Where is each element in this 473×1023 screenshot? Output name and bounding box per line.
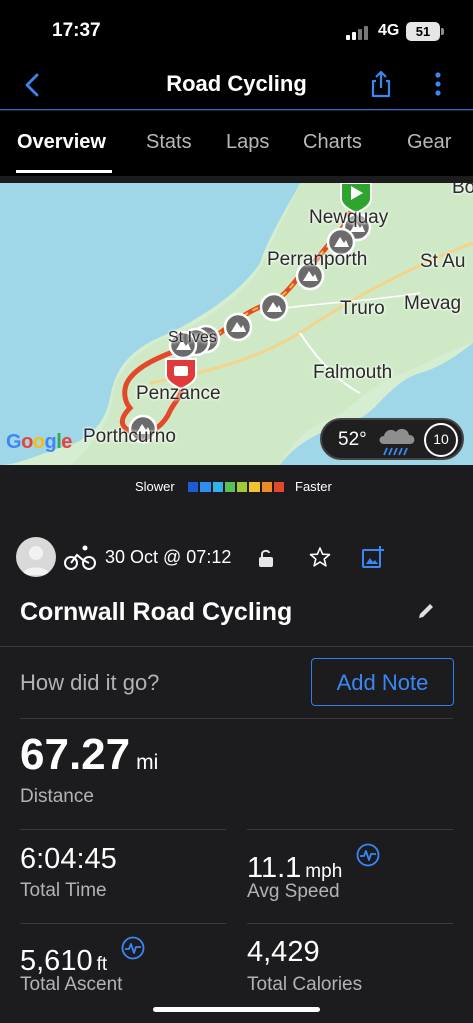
tab-stats[interactable]: Stats xyxy=(146,131,192,154)
total-time-value: 6:04:45 xyxy=(20,843,117,875)
distance-value: 67.27 xyxy=(20,730,131,779)
total-ascent-unit: ft xyxy=(96,954,108,975)
weather-temperature: 52° xyxy=(338,429,367,450)
total-calories-stat: 4,429 xyxy=(247,936,320,969)
map-label-st-ives: St Ives xyxy=(168,329,217,346)
distance-unit: mi xyxy=(136,751,159,774)
legend-swatch xyxy=(249,482,260,492)
divider xyxy=(20,829,226,830)
legend-swatch xyxy=(237,482,248,492)
map-label-bodmin: Bo xyxy=(452,183,473,198)
map-label-penzance: Penzance xyxy=(136,383,221,404)
divider xyxy=(247,923,453,924)
map-label-porthcurno: Porthcurno xyxy=(83,426,176,447)
status-bar: 17:37 4G 51 xyxy=(0,0,473,60)
home-indicator[interactable] xyxy=(153,1007,320,1012)
tab-laps[interactable]: Laps xyxy=(226,131,269,154)
map-label-mevagissey: Mevag xyxy=(404,293,462,314)
activity-meta-row: 30 Oct @ 07:12 xyxy=(0,535,473,579)
tab-charts[interactable]: Charts xyxy=(303,131,362,154)
user-silhouette-icon xyxy=(22,546,50,575)
tab-bar: Overview Stats Laps Charts Gear xyxy=(0,111,473,176)
more-options-icon[interactable] xyxy=(428,69,448,99)
share-icon[interactable] xyxy=(366,69,396,99)
bike-icon xyxy=(64,545,96,570)
network-type: 4G xyxy=(378,22,400,39)
divider xyxy=(247,829,453,830)
navigation-bar: Road Cycling xyxy=(0,60,473,110)
legend-swatch xyxy=(188,482,199,492)
activity-title: Cornwall Road Cycling xyxy=(20,598,293,626)
wind-speed-icon: 10 xyxy=(424,423,458,457)
avg-speed-value: 11.1 xyxy=(247,852,302,884)
map-label-truro: Truro xyxy=(340,298,385,319)
map-label-falmouth: Falmouth xyxy=(313,362,393,383)
battery-icon: 51 xyxy=(406,22,444,41)
status-time: 17:37 xyxy=(52,20,101,41)
avg-speed-label: Avg Speed xyxy=(247,881,340,902)
divider xyxy=(20,718,453,719)
total-ascent-value: 5,610 xyxy=(20,945,93,977)
avg-speed-unit: mph xyxy=(305,861,343,882)
add-note-button[interactable]: Add Note xyxy=(311,658,454,706)
speed-legend: Slower Faster xyxy=(0,477,473,497)
map-label-newquay: Newquay xyxy=(309,207,389,228)
total-time-stat: 6:04:45 xyxy=(20,843,117,876)
chart-pulse-icon[interactable] xyxy=(121,936,145,960)
wind-speed: 10 xyxy=(433,431,449,447)
unlock-icon[interactable] xyxy=(257,548,275,568)
activity-date: 30 Oct @ 07:12 xyxy=(105,547,232,567)
total-calories-value: 4,429 xyxy=(247,936,320,968)
tab-gear[interactable]: Gear xyxy=(407,131,451,154)
battery-level: 51 xyxy=(415,24,431,39)
legend-swatch xyxy=(261,482,272,492)
avatar[interactable] xyxy=(16,537,56,577)
avg-speed-stat: 11.1 mph xyxy=(247,843,380,885)
tab-overview[interactable]: Overview xyxy=(17,131,106,154)
divider xyxy=(20,923,226,924)
divider xyxy=(0,646,473,647)
legend-faster-label: Faster xyxy=(295,479,332,494)
edit-icon[interactable] xyxy=(416,601,436,621)
chart-pulse-icon[interactable] xyxy=(356,843,380,867)
legend-color-scale xyxy=(188,482,286,492)
legend-swatch xyxy=(273,482,284,492)
signal-icon xyxy=(346,24,370,40)
total-time-label: Total Time xyxy=(20,880,107,901)
distance-stat: 67.27 mi xyxy=(20,730,158,780)
star-icon[interactable] xyxy=(309,546,331,568)
map-label-st-austell: St Au xyxy=(420,251,466,272)
add-photo-icon[interactable] xyxy=(361,545,385,569)
total-calories-label: Total Calories xyxy=(247,974,363,995)
legend-slower-label: Slower xyxy=(135,479,175,494)
total-ascent-stat: 5,610 ft xyxy=(20,936,145,978)
legend-swatch xyxy=(212,482,223,492)
page-title: Road Cycling xyxy=(166,71,307,96)
active-tab-indicator xyxy=(16,170,112,173)
total-ascent-label: Total Ascent xyxy=(20,974,123,995)
distance-label: Distance xyxy=(20,786,94,807)
route-map[interactable]: Newquay Perranporth St Au Truro Mevag Fa… xyxy=(0,183,473,465)
rain-cloud-icon xyxy=(379,428,415,456)
legend-swatch xyxy=(200,482,211,492)
weather-badge[interactable]: 52° 10 xyxy=(320,418,464,460)
map-label-perranporth: Perranporth xyxy=(267,249,368,270)
legend-swatch xyxy=(224,482,235,492)
google-logo: Google xyxy=(6,431,72,453)
feedback-prompt: How did it go? xyxy=(20,670,160,695)
